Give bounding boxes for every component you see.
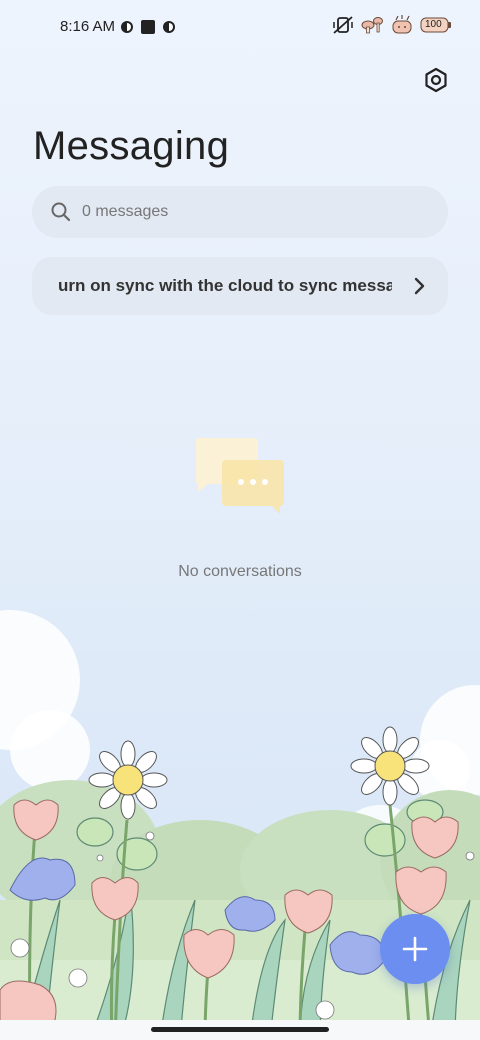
- notification-app-icon-2: [163, 21, 175, 33]
- chevron-right-icon: [414, 277, 425, 295]
- battery-icon: 100: [420, 15, 452, 35]
- navigation-bar: [0, 1020, 480, 1040]
- empty-state-text: No conversations: [178, 563, 302, 580]
- search-icon: [51, 202, 71, 222]
- battery-level: 100: [425, 19, 442, 30]
- new-conversation-button[interactable]: [380, 914, 450, 984]
- wifi-pet-icon: [392, 15, 412, 34]
- vibrate-off-icon: [333, 16, 353, 34]
- notification-square-icon: [141, 20, 155, 34]
- settings-button[interactable]: [422, 66, 450, 94]
- mushroom-signal-icon: [361, 17, 383, 34]
- settings-gear-icon: [425, 67, 447, 93]
- plus-icon: [402, 936, 428, 962]
- status-notification-icons: [120, 19, 176, 35]
- page-title: Messaging: [33, 124, 230, 168]
- chat-bubbles-icon: [195, 436, 286, 521]
- status-time: 8:16 AM: [60, 18, 116, 35]
- status-system-icons: 100: [332, 15, 452, 35]
- search-bar[interactable]: 0 messages: [32, 186, 448, 238]
- sync-banner-text: urn on sync with the cloud to sync messa…: [58, 276, 392, 295]
- sync-banner[interactable]: urn on sync with the cloud to sync messa…: [32, 257, 448, 315]
- search-placeholder: 0 messages: [82, 203, 169, 220]
- home-gesture-handle[interactable]: [151, 1027, 329, 1032]
- status-bar: 8:16 AM 100: [0, 0, 480, 56]
- notification-app-icon: [121, 21, 133, 33]
